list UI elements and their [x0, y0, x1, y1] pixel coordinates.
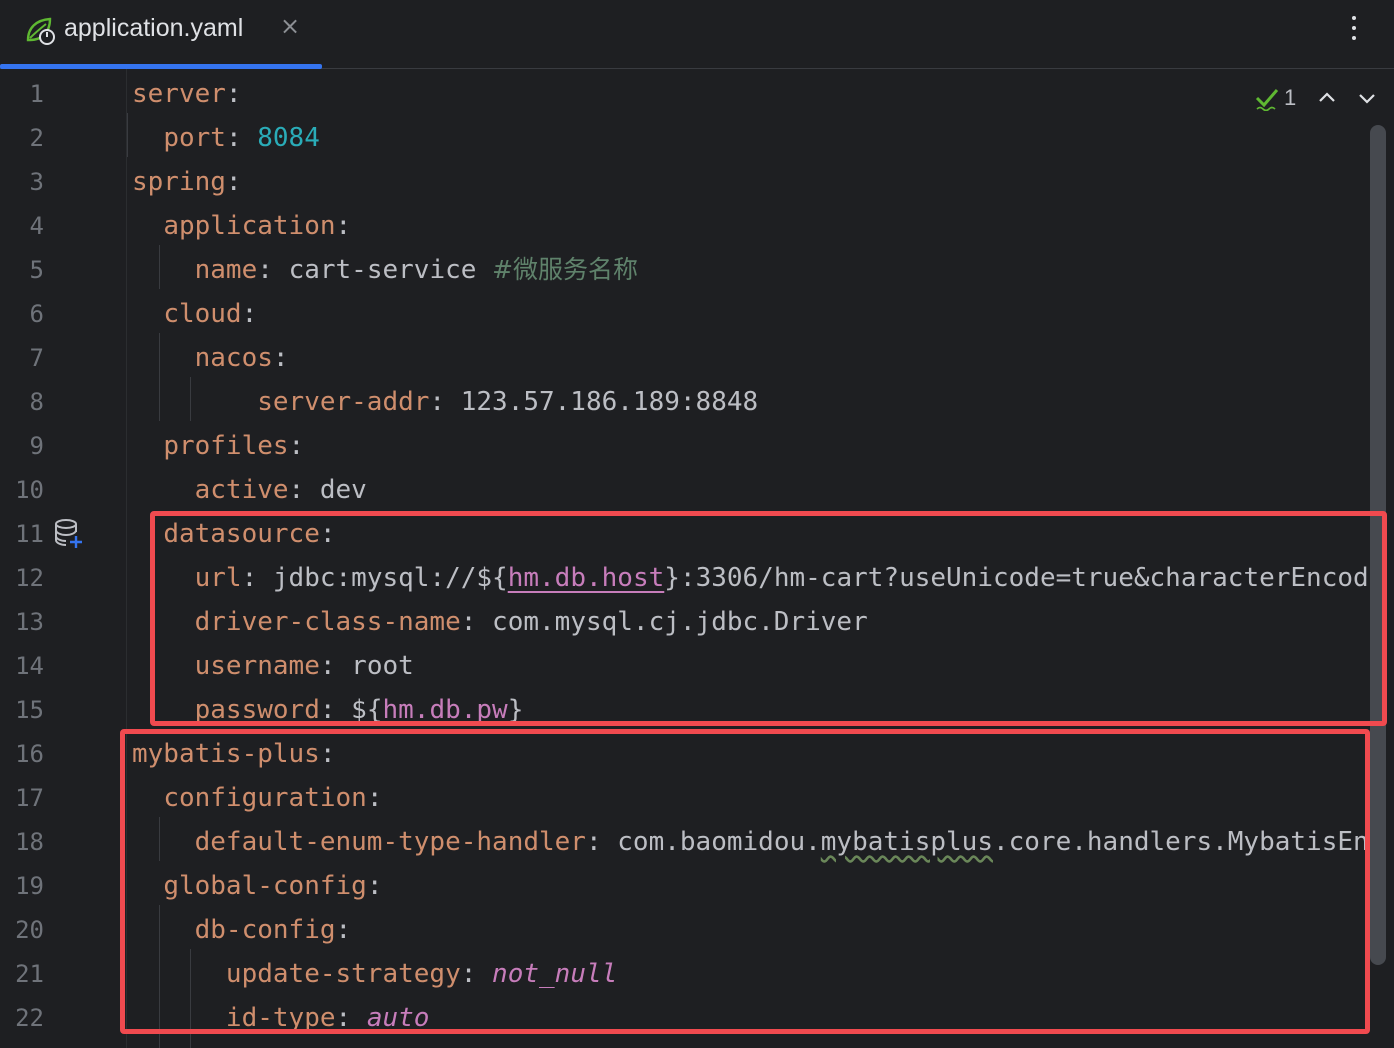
line-number: 18 [15, 828, 44, 856]
yaml-key: name [194, 255, 258, 285]
code-line-1: server: [132, 79, 242, 109]
yaml-key: application [163, 211, 336, 241]
line-number: 21 [15, 960, 44, 988]
indent-guide [127, 113, 128, 157]
chevron-up-icon[interactable] [1316, 87, 1338, 109]
line-number: 11 [15, 520, 44, 548]
code-line-10: active: dev [194, 475, 367, 505]
line-number: 10 [15, 476, 44, 504]
yaml-number-value: 8084 [257, 123, 320, 153]
close-tab-icon[interactable]: × [280, 12, 300, 40]
yaml-comment: #微服务名称 [492, 255, 639, 284]
line-number: 5 [29, 256, 44, 284]
yaml-key: spring [132, 167, 226, 197]
chevron-down-icon[interactable] [1356, 87, 1378, 109]
yaml-value: cart-service [288, 255, 477, 285]
line-number: 3 [29, 168, 44, 196]
inspection-widget[interactable]: 1 [1252, 83, 1382, 113]
line-number-gutter: 1 2 3 4 5 6 7 8 9 10 11 12 13 14 15 16 1… [0, 69, 127, 1048]
yaml-key: server [132, 79, 226, 109]
line-number: 13 [15, 608, 44, 636]
line-number: 4 [29, 212, 44, 240]
line-number: 17 [15, 784, 44, 812]
more-vertical-icon[interactable] [1340, 10, 1368, 50]
line-number: 6 [29, 300, 44, 328]
yaml-value: 123.57.186.189:8848 [460, 387, 759, 417]
code-line-9: profiles: [163, 431, 305, 461]
code-editor[interactable]: 1 2 3 4 5 6 7 8 9 10 11 12 13 14 15 16 1… [0, 69, 1394, 1048]
line-number: 7 [29, 344, 44, 372]
code-line-2: port: 8084 [163, 123, 320, 153]
code-line-3: spring: [132, 167, 242, 197]
yaml-value: dev [319, 475, 367, 505]
line-number: 22 [15, 1004, 44, 1032]
line-number: 8 [29, 388, 44, 416]
yaml-key: nacos [194, 343, 273, 373]
database-add-icon[interactable] [54, 518, 84, 550]
code-line-6: cloud: [163, 299, 258, 329]
datasource-highlight-box [150, 511, 1387, 726]
inspection-count: 1 [1284, 85, 1297, 110]
editor-tab-bar: application.yaml × [0, 0, 1394, 69]
line-number: 12 [15, 564, 44, 592]
spring-leaf-yaml-icon [26, 17, 55, 45]
yaml-key: cloud [163, 299, 242, 329]
line-number: 19 [15, 872, 44, 900]
mybatis-plus-highlight-box [120, 729, 1370, 1034]
line-number: 15 [15, 696, 44, 724]
line-number: 20 [15, 916, 44, 944]
line-number: 16 [15, 740, 44, 768]
yaml-key: profiles [163, 431, 289, 461]
code-line-5: name: cart-service #微服务名称 [194, 255, 639, 285]
yaml-key: active [194, 475, 289, 505]
check-mark-icon [1255, 89, 1279, 111]
code-line-8: server-addr: 123.57.186.189:8848 [257, 387, 759, 417]
tab-application-yaml[interactable]: application.yaml × [0, 0, 322, 69]
line-number: 2 [29, 124, 44, 152]
code-line-7: nacos: [194, 343, 289, 373]
line-number: 9 [29, 432, 44, 460]
tab-title: application.yaml [64, 14, 244, 42]
yaml-key: port [163, 123, 226, 153]
code-line-4: application: [163, 211, 352, 241]
line-number: 14 [15, 652, 44, 680]
line-number: 1 [29, 80, 44, 108]
yaml-key: server-addr [257, 387, 430, 417]
